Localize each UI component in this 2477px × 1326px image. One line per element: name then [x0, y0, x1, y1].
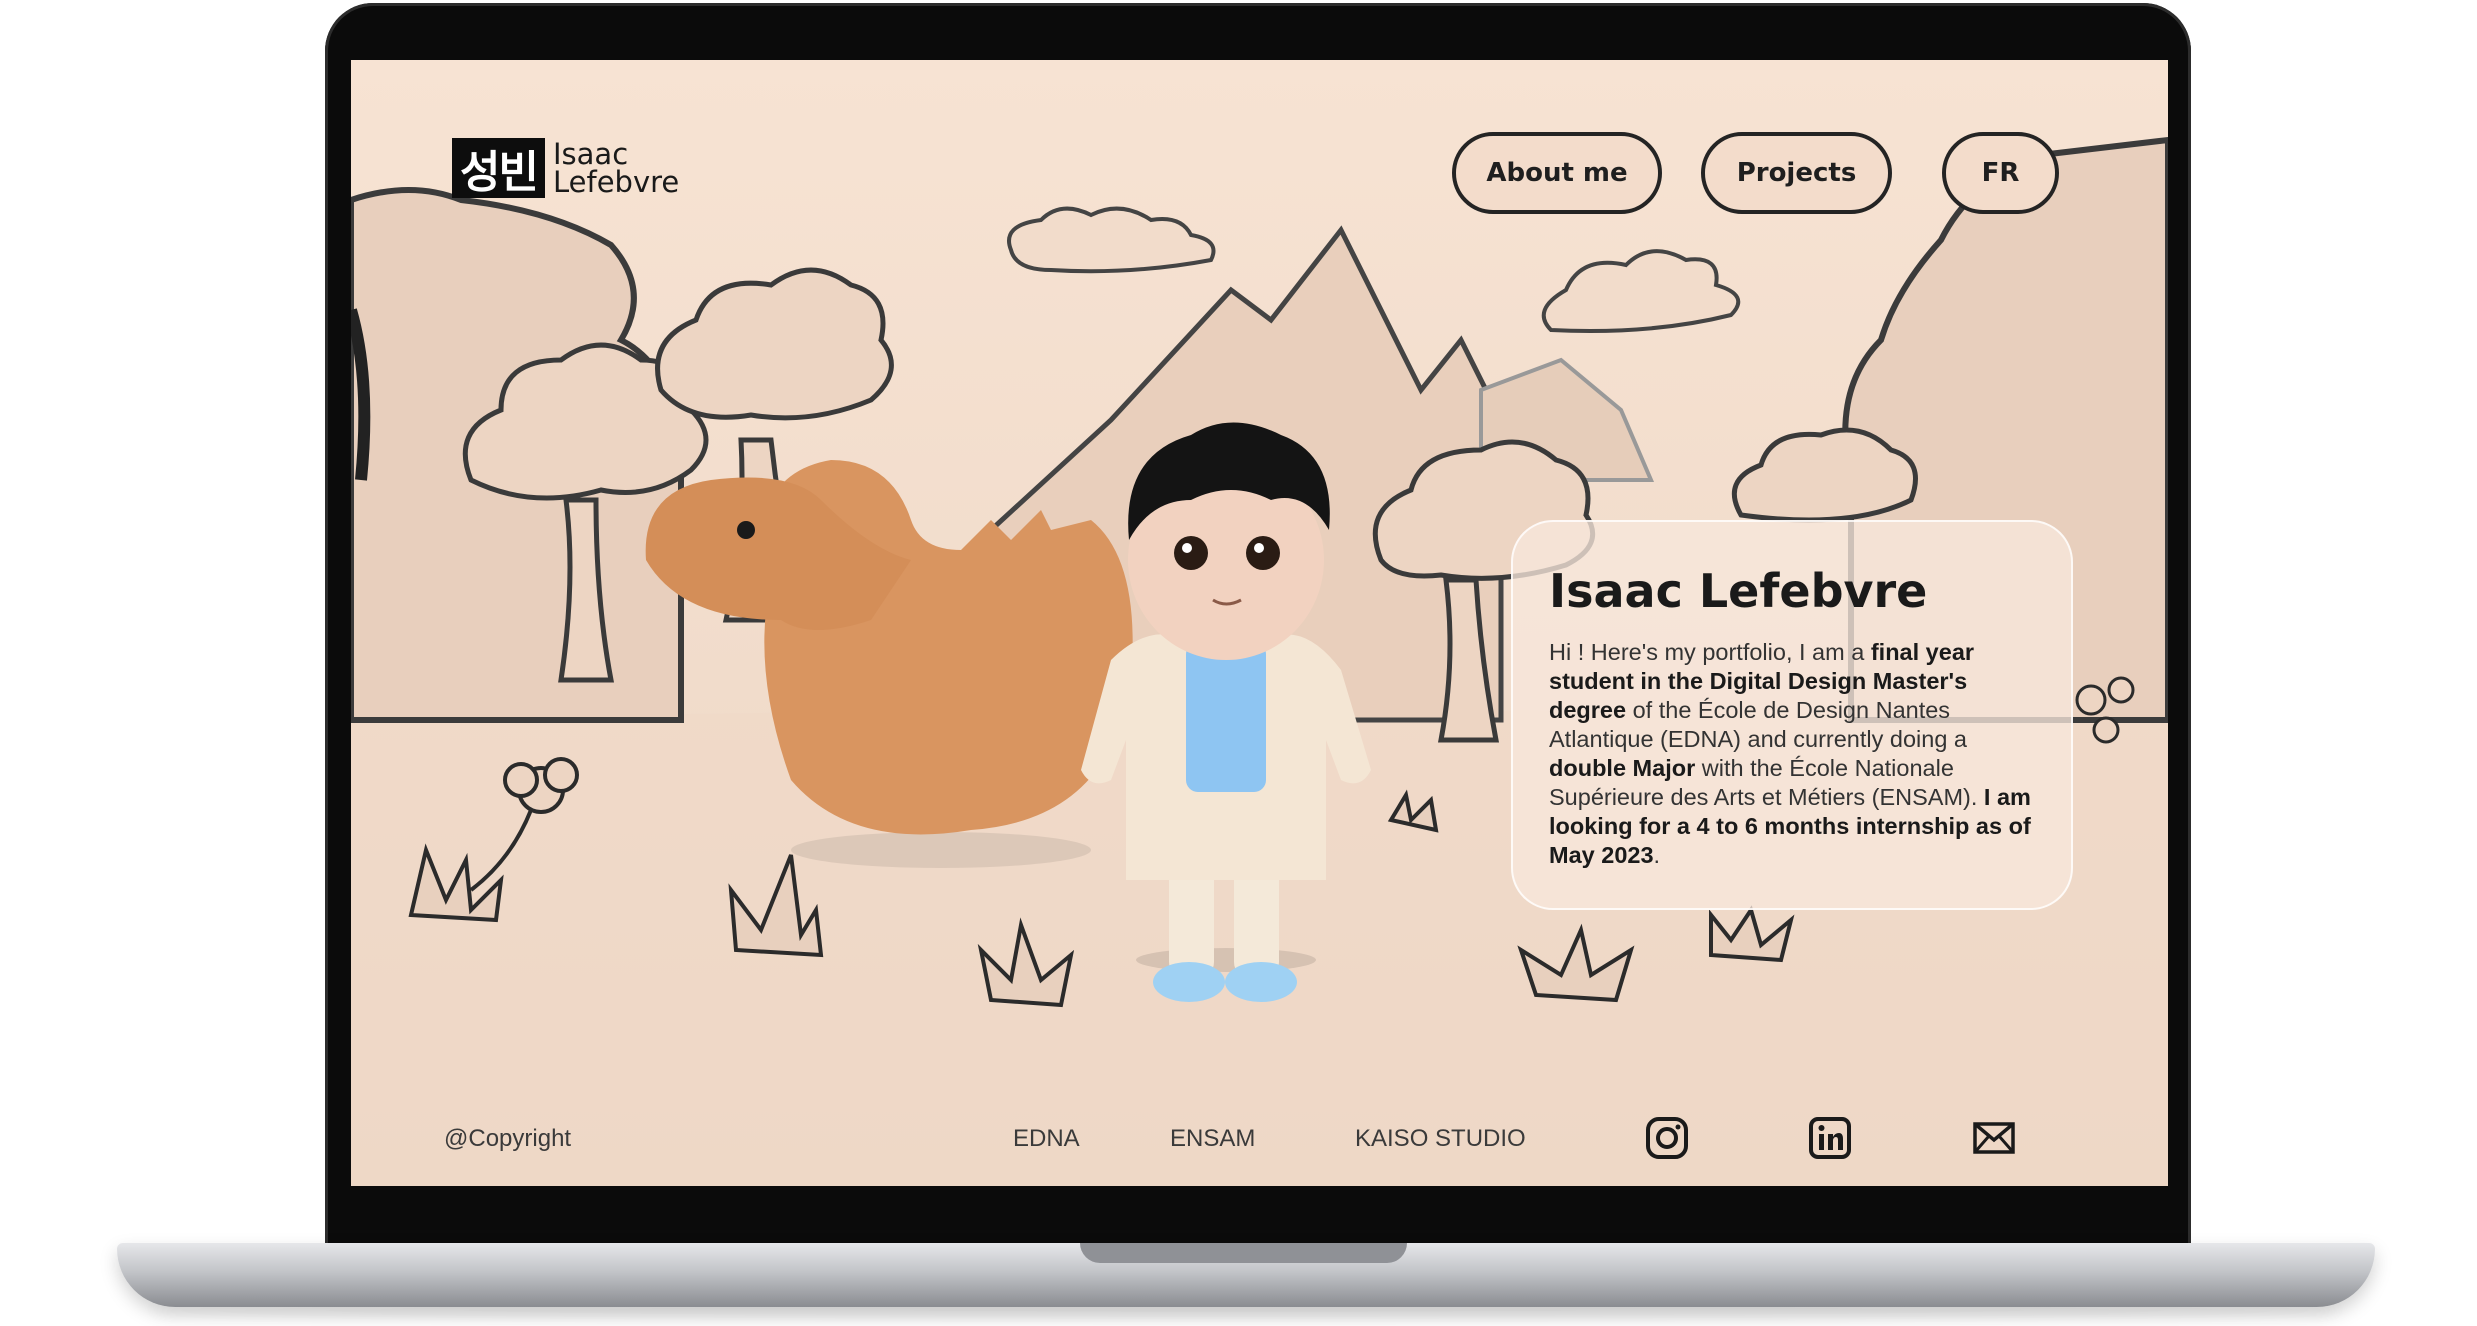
footer-link-kaiso-studio[interactable]: KAISO STUDIO	[1355, 1125, 1526, 1153]
instagram-icon[interactable]	[1645, 1116, 1689, 1160]
about-me-button[interactable]: About me	[1452, 132, 1662, 214]
intro-text-part: .	[1653, 842, 1661, 868]
logo-mark: 성빈	[452, 138, 545, 198]
logo-name-first: Isaac	[553, 137, 629, 171]
projects-button[interactable]: Projects	[1701, 132, 1892, 214]
intro-text-part: double Major	[1549, 755, 1696, 781]
intro-card: Isaac Lefebvre Hi ! Here's my portfolio,…	[1511, 520, 2073, 910]
footer-link-ensam[interactable]: ENSAM	[1170, 1125, 1255, 1153]
intro-text: Hi ! Here's my portfolio, I am a final y…	[1549, 638, 2035, 870]
intro-title: Isaac Lefebvre	[1549, 564, 1928, 618]
mail-icon[interactable]	[1972, 1116, 2016, 1160]
footer-link-edna[interactable]: EDNA	[1013, 1125, 1080, 1153]
language-toggle-button[interactable]: FR	[1942, 132, 2059, 214]
logo-name: Isaac Lefebvre	[553, 137, 680, 199]
linkedin-icon[interactable]	[1808, 1116, 1852, 1160]
intro-text-part: Hi ! Here's my portfolio, I am a	[1549, 639, 1871, 665]
copyright-text: @Copyright	[444, 1125, 572, 1152]
laptop-notch	[1080, 1243, 1407, 1263]
logo-name-last: Lefebvre	[553, 165, 680, 199]
site-logo[interactable]: 성빈 Isaac Lefebvre	[452, 138, 679, 198]
screen: 성빈 Isaac Lefebvre About me Projects FR I…	[351, 60, 2168, 1186]
